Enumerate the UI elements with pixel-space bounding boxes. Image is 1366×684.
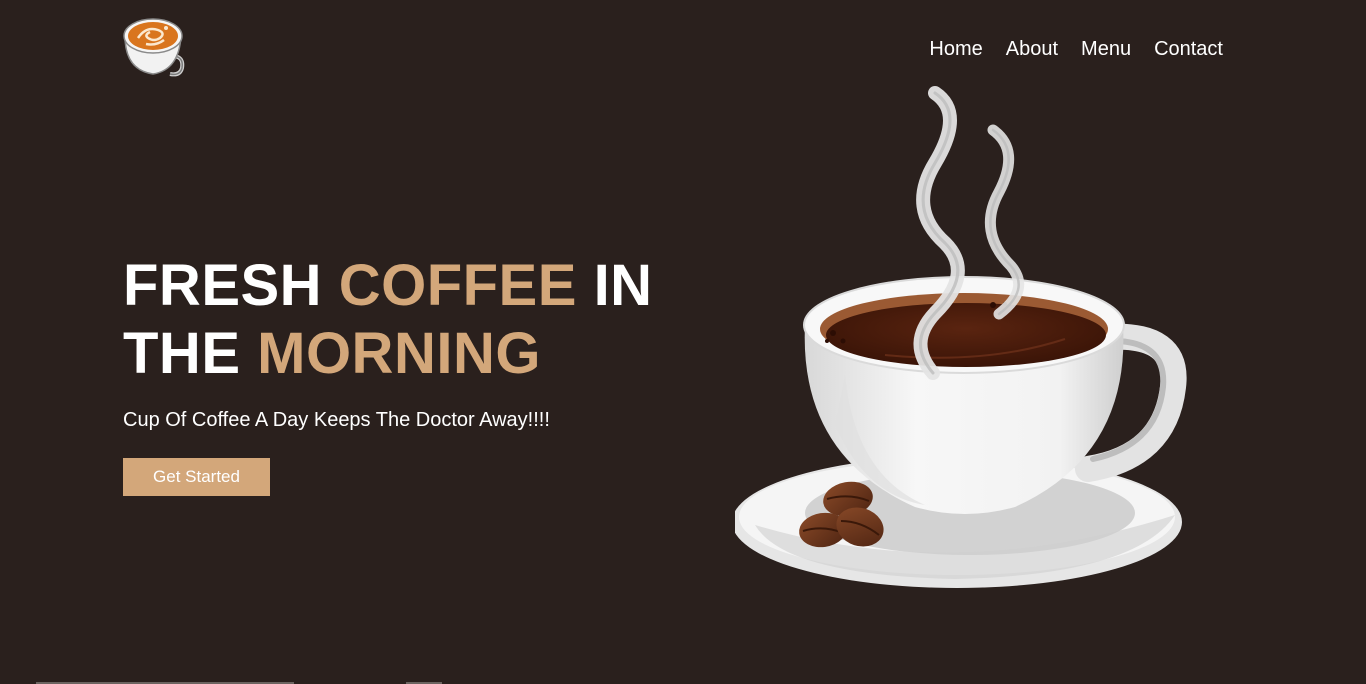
landing-page: Home About Menu Contact FRESH COFFEE IN … (0, 0, 1366, 684)
nav-about-link[interactable]: About (1006, 37, 1058, 61)
logo-cup-icon[interactable] (122, 16, 186, 78)
nav-contact-link[interactable]: Contact (1154, 37, 1223, 61)
headline-word-the: THE (123, 321, 241, 386)
main-nav: Home About Menu Contact (929, 36, 1223, 62)
coffee-cup-illustration (732, 85, 1205, 595)
nav-home-link[interactable]: Home (929, 37, 982, 61)
hero-text-block: FRESH COFFEE IN THE MORNING Cup Of Coffe… (123, 252, 723, 496)
headline-word-coffee: COFFEE (338, 253, 577, 318)
hero-subtitle: Cup Of Coffee A Day Keeps The Doctor Awa… (123, 409, 550, 431)
headline-word-morning: MORNING (257, 321, 541, 386)
nav-menu-link[interactable]: Menu (1081, 37, 1131, 61)
headline-word-in: IN (593, 253, 653, 318)
headline-word-fresh: FRESH (123, 253, 323, 318)
hero-headline: FRESH COFFEE IN THE MORNING (123, 252, 723, 388)
get-started-button[interactable]: Get Started (123, 458, 270, 496)
